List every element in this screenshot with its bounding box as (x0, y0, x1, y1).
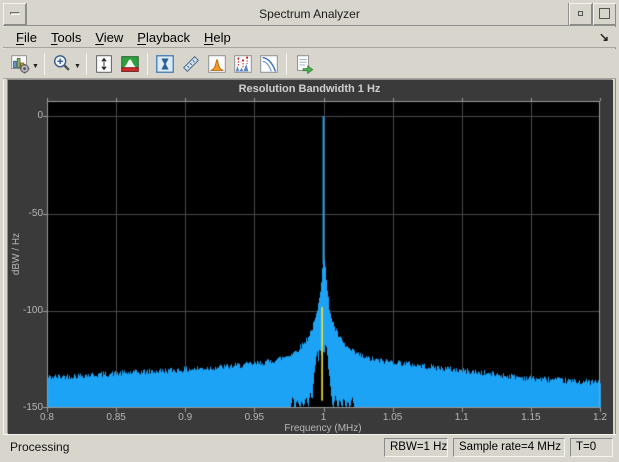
menu-playback[interactable]: Playback (130, 28, 197, 47)
green-red-spectrum-icon (121, 55, 139, 72)
export-button[interactable] (291, 51, 317, 77)
x-axis-label: Frequency (MHz) (284, 423, 362, 434)
hourglass-cursors-icon (155, 54, 174, 73)
spectrum-settings-button[interactable] (117, 51, 143, 77)
x-tick-label: 0.9 (178, 412, 193, 423)
spectrum-analyzer-window: Spectrum Analyzer File Tools View Playba… (0, 0, 619, 462)
zoom-dropdown[interactable]: ▼ (74, 57, 81, 70)
status-panels: RBW=1 Hz Sample rate=4 MHz T=0 (384, 437, 616, 457)
figure: Resolution Bandwidth 1 Hz dBW / Hz Frequ… (7, 79, 613, 434)
x-tick-label: 1.2 (593, 412, 607, 423)
maximize-icon (599, 8, 610, 19)
x-tick-label: 1.1 (454, 412, 469, 423)
y-tick-label: -100 (22, 305, 43, 316)
spectrum-markers-icon (234, 54, 252, 73)
y-tick-label: -150 (22, 402, 43, 413)
ruler-icon (182, 55, 199, 72)
toolbar-separator (146, 52, 148, 75)
plot-title: Resolution Bandwidth 1 Hz (238, 83, 381, 95)
distortion-measurements-button[interactable] (230, 51, 256, 77)
x-tick-label: 0.8 (40, 412, 54, 423)
time-panel: T=0 (570, 437, 613, 457)
menubar: File Tools View Playback Help ↘ (3, 27, 616, 48)
status-message: Processing (10, 440, 70, 454)
titlebar[interactable]: Spectrum Analyzer (3, 3, 616, 26)
toolbar-separator (85, 52, 87, 75)
rbw-panel: RBW=1 Hz (384, 437, 448, 457)
box-updown-arrows-icon (96, 54, 112, 73)
plot-canvas[interactable] (8, 80, 613, 434)
ccdf-curves-icon (260, 54, 278, 73)
x-tick-label: 0.85 (106, 412, 126, 423)
document-green-arrow-icon (297, 54, 314, 74)
zoom-in-button[interactable] (49, 51, 75, 77)
bar-chart-gear-icon (11, 54, 30, 73)
ccdf-button[interactable] (256, 51, 282, 77)
peak-finder-button[interactable] (204, 51, 230, 77)
x-tick-label: 1 (320, 412, 327, 423)
maximize-button[interactable] (592, 3, 616, 25)
menu-file[interactable]: File (9, 28, 44, 47)
menu-view[interactable]: View (88, 28, 130, 47)
y-tick-label: 0 (37, 110, 43, 121)
minimize-button[interactable] (568, 3, 592, 25)
toolbar-separator (285, 52, 287, 75)
window-title: Spectrum Analyzer (259, 7, 360, 21)
autoscale-button[interactable] (91, 51, 117, 77)
sample-rate-panel: Sample rate=4 MHz (453, 437, 565, 457)
scope-settings-dropdown[interactable]: ▼ (32, 57, 39, 70)
toolbar-separator (43, 52, 45, 75)
x-tick-label: 1.05 (382, 412, 403, 423)
scope-settings-button[interactable] (7, 51, 33, 77)
x-tick-label: 0.95 (244, 412, 265, 423)
magnifier-plus-icon (53, 54, 70, 71)
menu-tools[interactable]: Tools (44, 28, 88, 47)
menu-help[interactable]: Help (197, 28, 238, 47)
signal-statistics-button[interactable] (178, 51, 204, 77)
x-tick-label: 1.15 (521, 412, 541, 423)
dock-scope-icon[interactable]: ↘ (599, 30, 609, 44)
toolbar: ▼ ▼ (3, 49, 616, 79)
minimize-icon (578, 11, 583, 16)
y-tick-label: -50 (28, 207, 43, 219)
orange-peak-icon (208, 54, 226, 73)
statusbar: Processing RBW=1 Hz Sample rate=4 MHz T=… (3, 434, 616, 459)
cursor-measurements-button[interactable] (152, 51, 178, 77)
